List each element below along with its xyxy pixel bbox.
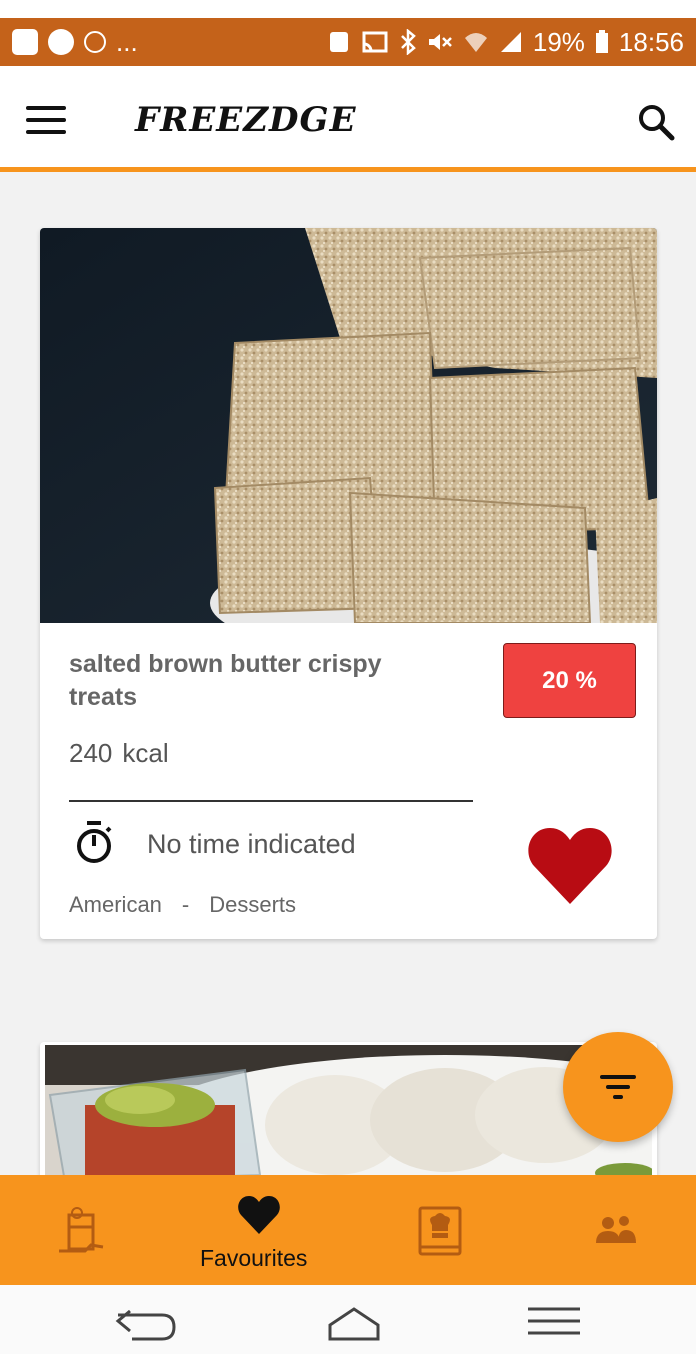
- recipe-card[interactable]: salted brown butter crispy treats 20 % 2…: [40, 228, 657, 939]
- back-icon[interactable]: [112, 1297, 180, 1345]
- menu-icon-bar: [26, 130, 66, 134]
- app-bar: FREEZDGE: [0, 66, 696, 172]
- status-right: 19% 18:56: [327, 27, 684, 58]
- filter-button[interactable]: [563, 1032, 673, 1142]
- people-icon: [596, 1216, 636, 1243]
- weather-icon: [84, 31, 106, 53]
- battery-icon: [595, 30, 608, 53]
- search-icon[interactable]: [636, 102, 676, 142]
- category: Desserts: [209, 892, 297, 917]
- filter-icon-bar: [606, 1085, 630, 1089]
- clock: 18:56: [618, 26, 684, 57]
- nav-recipes[interactable]: [400, 1175, 480, 1285]
- category-separator: -: [181, 892, 190, 917]
- status-bar: ... 19% 18:56: [0, 18, 696, 66]
- system-navigation: [0, 1285, 696, 1354]
- calories: 240 kcal: [69, 738, 169, 769]
- cooking-time: No time indicated: [147, 829, 356, 859]
- more-notifications: ...: [116, 26, 138, 57]
- filter-icon: [600, 1075, 636, 1079]
- heart-icon: [238, 1196, 280, 1234]
- calories-value: 240: [69, 738, 113, 768]
- nav-people[interactable]: [580, 1175, 660, 1285]
- menu-icon: [26, 106, 66, 110]
- signal-icon: [500, 32, 521, 52]
- recent-apps-icon[interactable]: [526, 1297, 582, 1345]
- nav-fridge[interactable]: [40, 1175, 130, 1285]
- wifi-icon: [464, 33, 487, 52]
- top-strip: [0, 0, 696, 18]
- fridge-icon: [59, 1207, 104, 1253]
- recipe-image: [40, 228, 657, 623]
- menu-button[interactable]: [26, 106, 68, 134]
- cast-icon: [362, 31, 388, 53]
- bottom-navigation: Favourites: [0, 1175, 696, 1285]
- favourite-heart-icon[interactable]: [528, 826, 612, 906]
- filter-icon-bar: [613, 1095, 623, 1099]
- menu-icon-bar: [26, 118, 66, 122]
- home-icon[interactable]: [326, 1297, 382, 1345]
- nav-favourites[interactable]: Favourites: [180, 1175, 340, 1285]
- nav-favourites-label: Favourites: [200, 1245, 308, 1271]
- app-notification-icon: [12, 29, 38, 55]
- app-title: FREEZDGE: [135, 100, 357, 140]
- cuisine: American: [69, 892, 162, 917]
- recipe-book-icon: [418, 1206, 462, 1256]
- calories-unit: kcal: [122, 738, 169, 768]
- recipe-image-2: [45, 1045, 652, 1182]
- recipe-card-2[interactable]: [40, 1042, 657, 1182]
- mute-icon: [428, 34, 452, 50]
- discount-badge: 20 %: [503, 643, 636, 718]
- battery-saver-icon: [329, 32, 348, 52]
- status-left: ...: [12, 27, 138, 58]
- recipe-title: salted brown butter crispy treats: [69, 650, 382, 711]
- battery-percentage: 19%: [532, 26, 585, 57]
- bluetooth-icon: [400, 29, 416, 55]
- notification-icon: [48, 29, 74, 55]
- timer-icon: [77, 821, 112, 863]
- divider: [69, 800, 473, 802]
- category-row: American - Desserts: [69, 892, 296, 918]
